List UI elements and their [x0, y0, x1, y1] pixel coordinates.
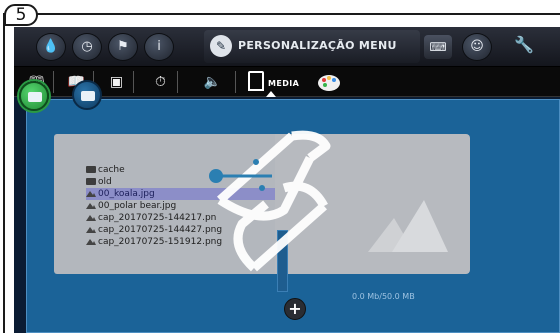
menu-title-tab[interactable]: ✎ PERSONALIZAÇÃO MENU — [204, 30, 420, 63]
picture-icon[interactable]: ▣ — [100, 71, 134, 93]
flag-icon[interactable]: ⚑ — [108, 33, 138, 61]
folder-icon — [86, 178, 96, 185]
timer-icon[interactable]: ⏱ — [144, 71, 178, 93]
video-camera-icon — [81, 91, 95, 101]
menu-title: PERSONALIZAÇÃO MENU — [238, 39, 397, 52]
image-file-icon — [86, 227, 96, 233]
keyboard-icon[interactable]: ⌨ — [424, 35, 452, 59]
step-badge: 5 — [4, 4, 38, 26]
image-icon — [28, 92, 42, 102]
image-mode-button[interactable] — [19, 81, 49, 111]
clock-icon[interactable]: ◷ — [72, 33, 102, 61]
pen-icon: ✎ — [210, 35, 232, 57]
hourglass-loading-icon — [209, 130, 331, 272]
folder-icon — [86, 166, 96, 173]
storage-indicator: 0.0 Mb/50.0 MB — [352, 292, 415, 301]
wrench-icon[interactable]: 🔧 — [514, 35, 534, 54]
top-menu-bar: 💧 ◷ ⚑ i ✎ PERSONALIZAÇÃO MENU ⌨ ☺ 🔧 — [14, 27, 560, 67]
active-tab-caret — [266, 91, 276, 97]
image-file-icon — [86, 191, 96, 197]
image-file-icon — [86, 239, 96, 245]
user-icon[interactable]: ☺ — [462, 33, 492, 61]
speaker-icon[interactable]: 🔈 — [190, 71, 236, 93]
palette-icon[interactable] — [316, 71, 342, 93]
image-file-icon — [86, 203, 96, 209]
info-icon[interactable]: i — [144, 33, 174, 61]
mountain-placeholder-icon — [368, 200, 448, 252]
tab-media-label: MEDIA — [268, 79, 300, 88]
video-mode-button[interactable] — [72, 80, 102, 110]
water-drop-icon[interactable]: 💧 — [36, 33, 66, 61]
media-icon — [248, 71, 264, 91]
add-button[interactable]: + — [284, 298, 306, 320]
image-file-icon — [86, 215, 96, 221]
tab-media[interactable]: MEDIA — [244, 67, 310, 97]
